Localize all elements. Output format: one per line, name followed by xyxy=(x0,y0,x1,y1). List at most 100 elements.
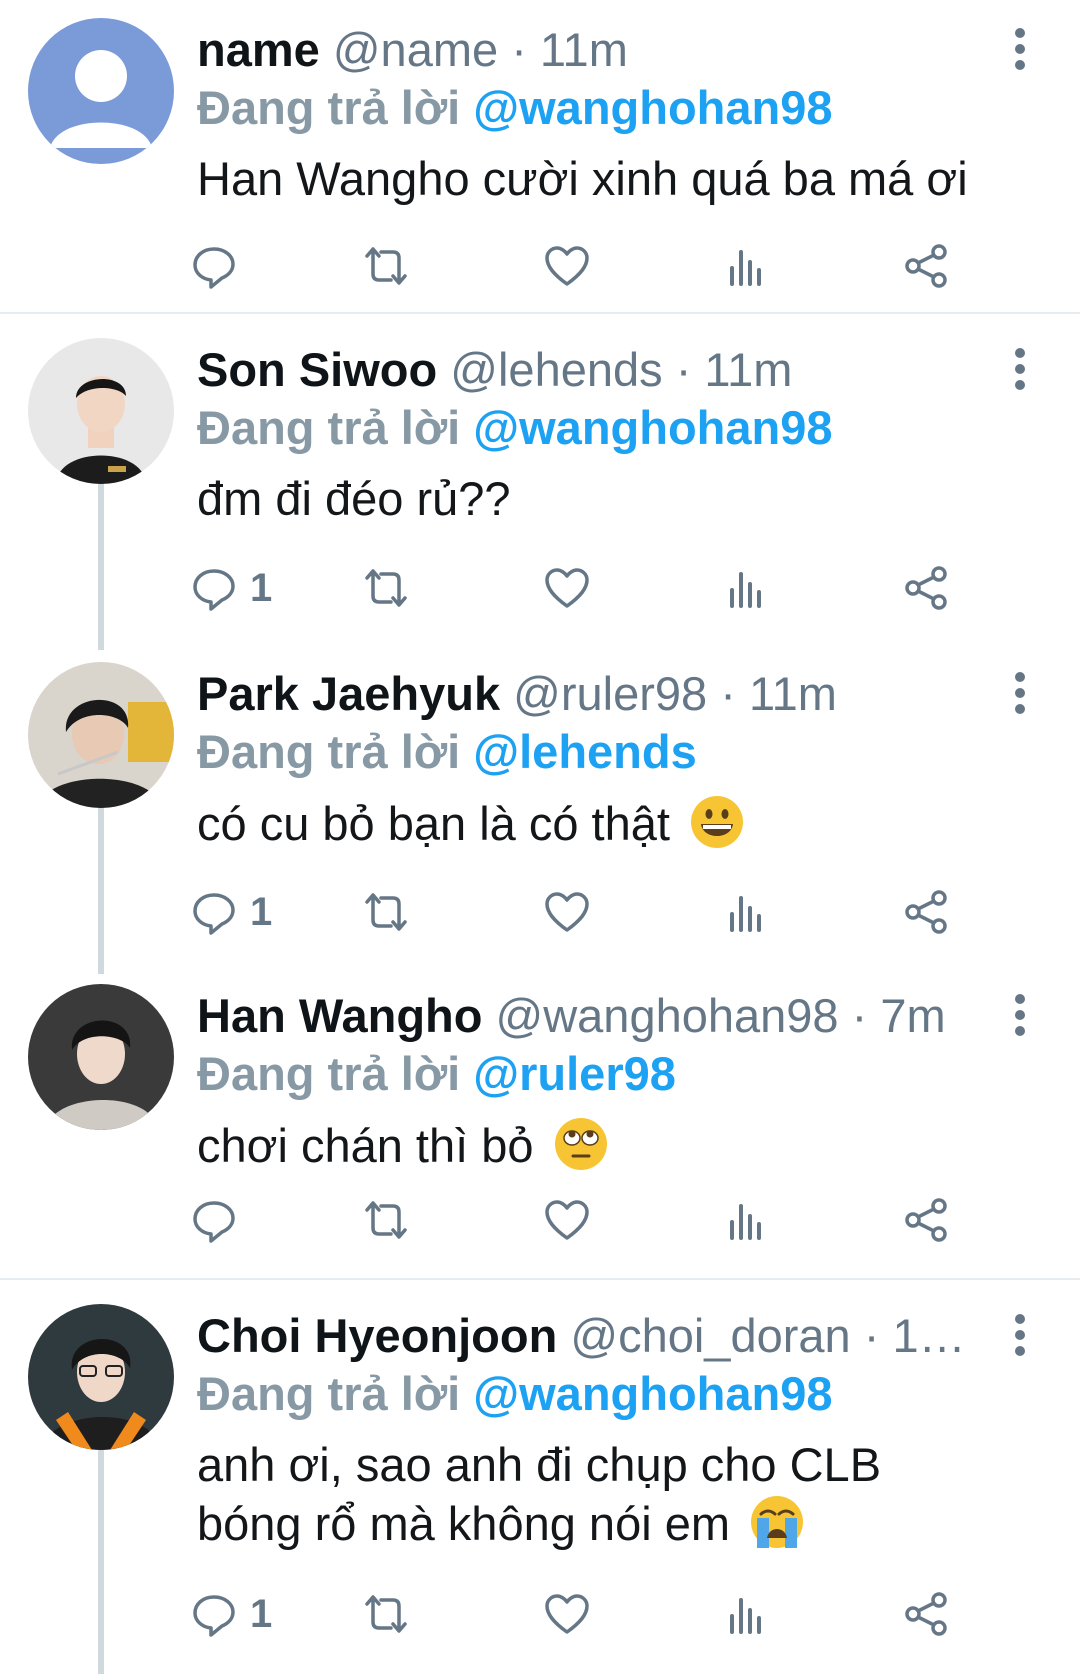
profile-photo-icon xyxy=(28,1304,174,1450)
retweet-icon xyxy=(365,893,407,931)
more-options-button[interactable] xyxy=(1004,992,1036,1038)
retweet-button[interactable] xyxy=(362,1190,410,1250)
tweet[interactable]: Park Jaehyuk @ruler98 · 11m Đang trả lời… xyxy=(0,644,1080,966)
more-options-button[interactable] xyxy=(1004,1312,1036,1358)
profile-photo-icon xyxy=(28,338,174,484)
more-vertical-icon xyxy=(1015,994,1025,1036)
like-button[interactable] xyxy=(543,1190,591,1250)
tweet-header: Park Jaehyuk @ruler98 · 11m xyxy=(197,664,987,724)
like-button[interactable] xyxy=(543,558,591,618)
replying-to-link[interactable]: @wanghohan98 xyxy=(473,81,832,134)
action-bar: 1 xyxy=(190,882,1050,942)
display-name[interactable]: Han Wangho xyxy=(197,989,482,1042)
avatar[interactable] xyxy=(28,984,174,1130)
reply-icon xyxy=(193,569,235,611)
reply-count: 1 xyxy=(250,889,273,934)
tweet[interactable]: Son Siwoo @lehends · 11m Đang trả lời @w… xyxy=(0,320,1080,642)
retweet-icon xyxy=(365,1201,407,1239)
more-options-button[interactable] xyxy=(1004,26,1036,72)
retweet-button[interactable] xyxy=(362,882,410,942)
reply-count: 1 xyxy=(250,1591,273,1636)
share-button[interactable] xyxy=(902,1190,950,1250)
share-icon xyxy=(905,1592,947,1636)
timestamp[interactable]: 7m xyxy=(880,989,945,1042)
timestamp[interactable]: 11m xyxy=(540,23,628,76)
eye-roll-face-icon xyxy=(554,1118,607,1170)
retweet-button[interactable] xyxy=(362,236,410,296)
tweet-text: anh ơi, sao anh đi chụp cho CLB bóng rổ … xyxy=(197,1436,897,1553)
more-options-button[interactable] xyxy=(1004,670,1036,716)
heart-icon xyxy=(545,1200,589,1240)
default-avatar-icon xyxy=(28,18,174,164)
timestamp[interactable]: 1… xyxy=(892,1309,965,1362)
tweet[interactable]: name @name · 11m Đang trả lời @wanghohan… xyxy=(0,0,1080,312)
share-icon xyxy=(905,1198,947,1242)
timestamp[interactable]: 11m xyxy=(704,343,792,396)
action-bar xyxy=(190,1190,1050,1250)
separator-dot: · xyxy=(675,343,692,396)
share-button[interactable] xyxy=(902,1584,950,1644)
reply-button[interactable]: 1 xyxy=(190,558,272,618)
analytics-button[interactable] xyxy=(722,558,770,618)
avatar[interactable] xyxy=(28,1304,174,1450)
more-options-button[interactable] xyxy=(1004,346,1036,392)
display-name[interactable]: name xyxy=(197,23,320,76)
analytics-icon xyxy=(730,1598,761,1634)
tweet[interactable]: Han Wangho @wanghohan98 · 7m Đang trả lờ… xyxy=(0,966,1080,1278)
reply-feed: name @name · 11m Đang trả lời @wanghohan… xyxy=(0,0,1080,1674)
share-button[interactable] xyxy=(902,882,950,942)
avatar[interactable] xyxy=(28,338,174,484)
separator-dot: · xyxy=(851,989,868,1042)
replying-to-link[interactable]: @lehends xyxy=(473,725,696,778)
tweet-header: Han Wangho @wanghohan98 · 7m xyxy=(197,986,987,1046)
reply-button[interactable] xyxy=(190,1190,250,1250)
avatar[interactable] xyxy=(28,662,174,808)
share-button[interactable] xyxy=(902,236,950,296)
user-handle[interactable]: @ruler98 xyxy=(513,667,707,720)
reply-button[interactable]: 1 xyxy=(190,1584,272,1644)
user-handle[interactable]: @choi_doran xyxy=(570,1309,850,1362)
replying-to-link[interactable]: @wanghohan98 xyxy=(473,401,832,454)
replying-to-label: Đang trả lời xyxy=(197,1367,461,1420)
timestamp[interactable]: 11m xyxy=(749,667,837,720)
separator-dot: · xyxy=(511,23,527,76)
share-button[interactable] xyxy=(902,558,950,618)
profile-photo-icon xyxy=(28,662,174,808)
share-icon xyxy=(905,244,947,288)
heart-icon xyxy=(545,892,589,932)
replying-to-link[interactable]: @ruler98 xyxy=(473,1047,676,1100)
retweet-icon xyxy=(365,247,407,285)
analytics-button[interactable] xyxy=(722,882,770,942)
tweet-text: chơi chán thì bỏ xyxy=(197,1116,1037,1175)
heart-icon xyxy=(545,1594,589,1634)
tweet-text: Han Wangho cười xinh quá ba má ơi xyxy=(197,150,1037,208)
user-handle[interactable]: @name xyxy=(333,23,498,76)
like-button[interactable] xyxy=(543,236,591,296)
analytics-icon xyxy=(730,896,761,932)
retweet-button[interactable] xyxy=(362,558,410,618)
analytics-button[interactable] xyxy=(722,236,770,296)
analytics-button[interactable] xyxy=(722,1584,770,1644)
tweet[interactable]: Choi Hyeonjoon @choi_doran · 1… Đang trả… xyxy=(0,1286,1080,1674)
like-button[interactable] xyxy=(543,1584,591,1644)
tweet-text: có cu bỏ bạn là có thật xyxy=(197,794,1037,853)
user-handle[interactable]: @lehends xyxy=(450,343,662,396)
reply-button[interactable] xyxy=(190,236,250,296)
like-button[interactable] xyxy=(543,882,591,942)
avatar[interactable] xyxy=(28,18,174,164)
display-name[interactable]: Choi Hyeonjoon xyxy=(197,1309,557,1362)
reply-button[interactable]: 1 xyxy=(190,882,272,942)
replying-to-link[interactable]: @wanghohan98 xyxy=(473,1367,832,1420)
user-handle[interactable]: @wanghohan98 xyxy=(496,989,839,1042)
action-bar: 1 xyxy=(190,1584,1050,1644)
analytics-button[interactable] xyxy=(722,1190,770,1250)
retweet-button[interactable] xyxy=(362,1584,410,1644)
display-name[interactable]: Park Jaehyuk xyxy=(197,667,500,720)
tweet-text-content: có cu bỏ bạn là có thật xyxy=(197,797,670,850)
display-name[interactable]: Son Siwoo xyxy=(197,343,437,396)
tweet-text: đm đi đéo rủ?? xyxy=(197,470,1037,528)
profile-photo-icon xyxy=(28,984,174,1130)
tweet-text-content: đm đi đéo rủ?? xyxy=(197,472,511,525)
replying-to-label: Đang trả lời xyxy=(197,725,461,778)
separator-dot: · xyxy=(863,1309,880,1362)
